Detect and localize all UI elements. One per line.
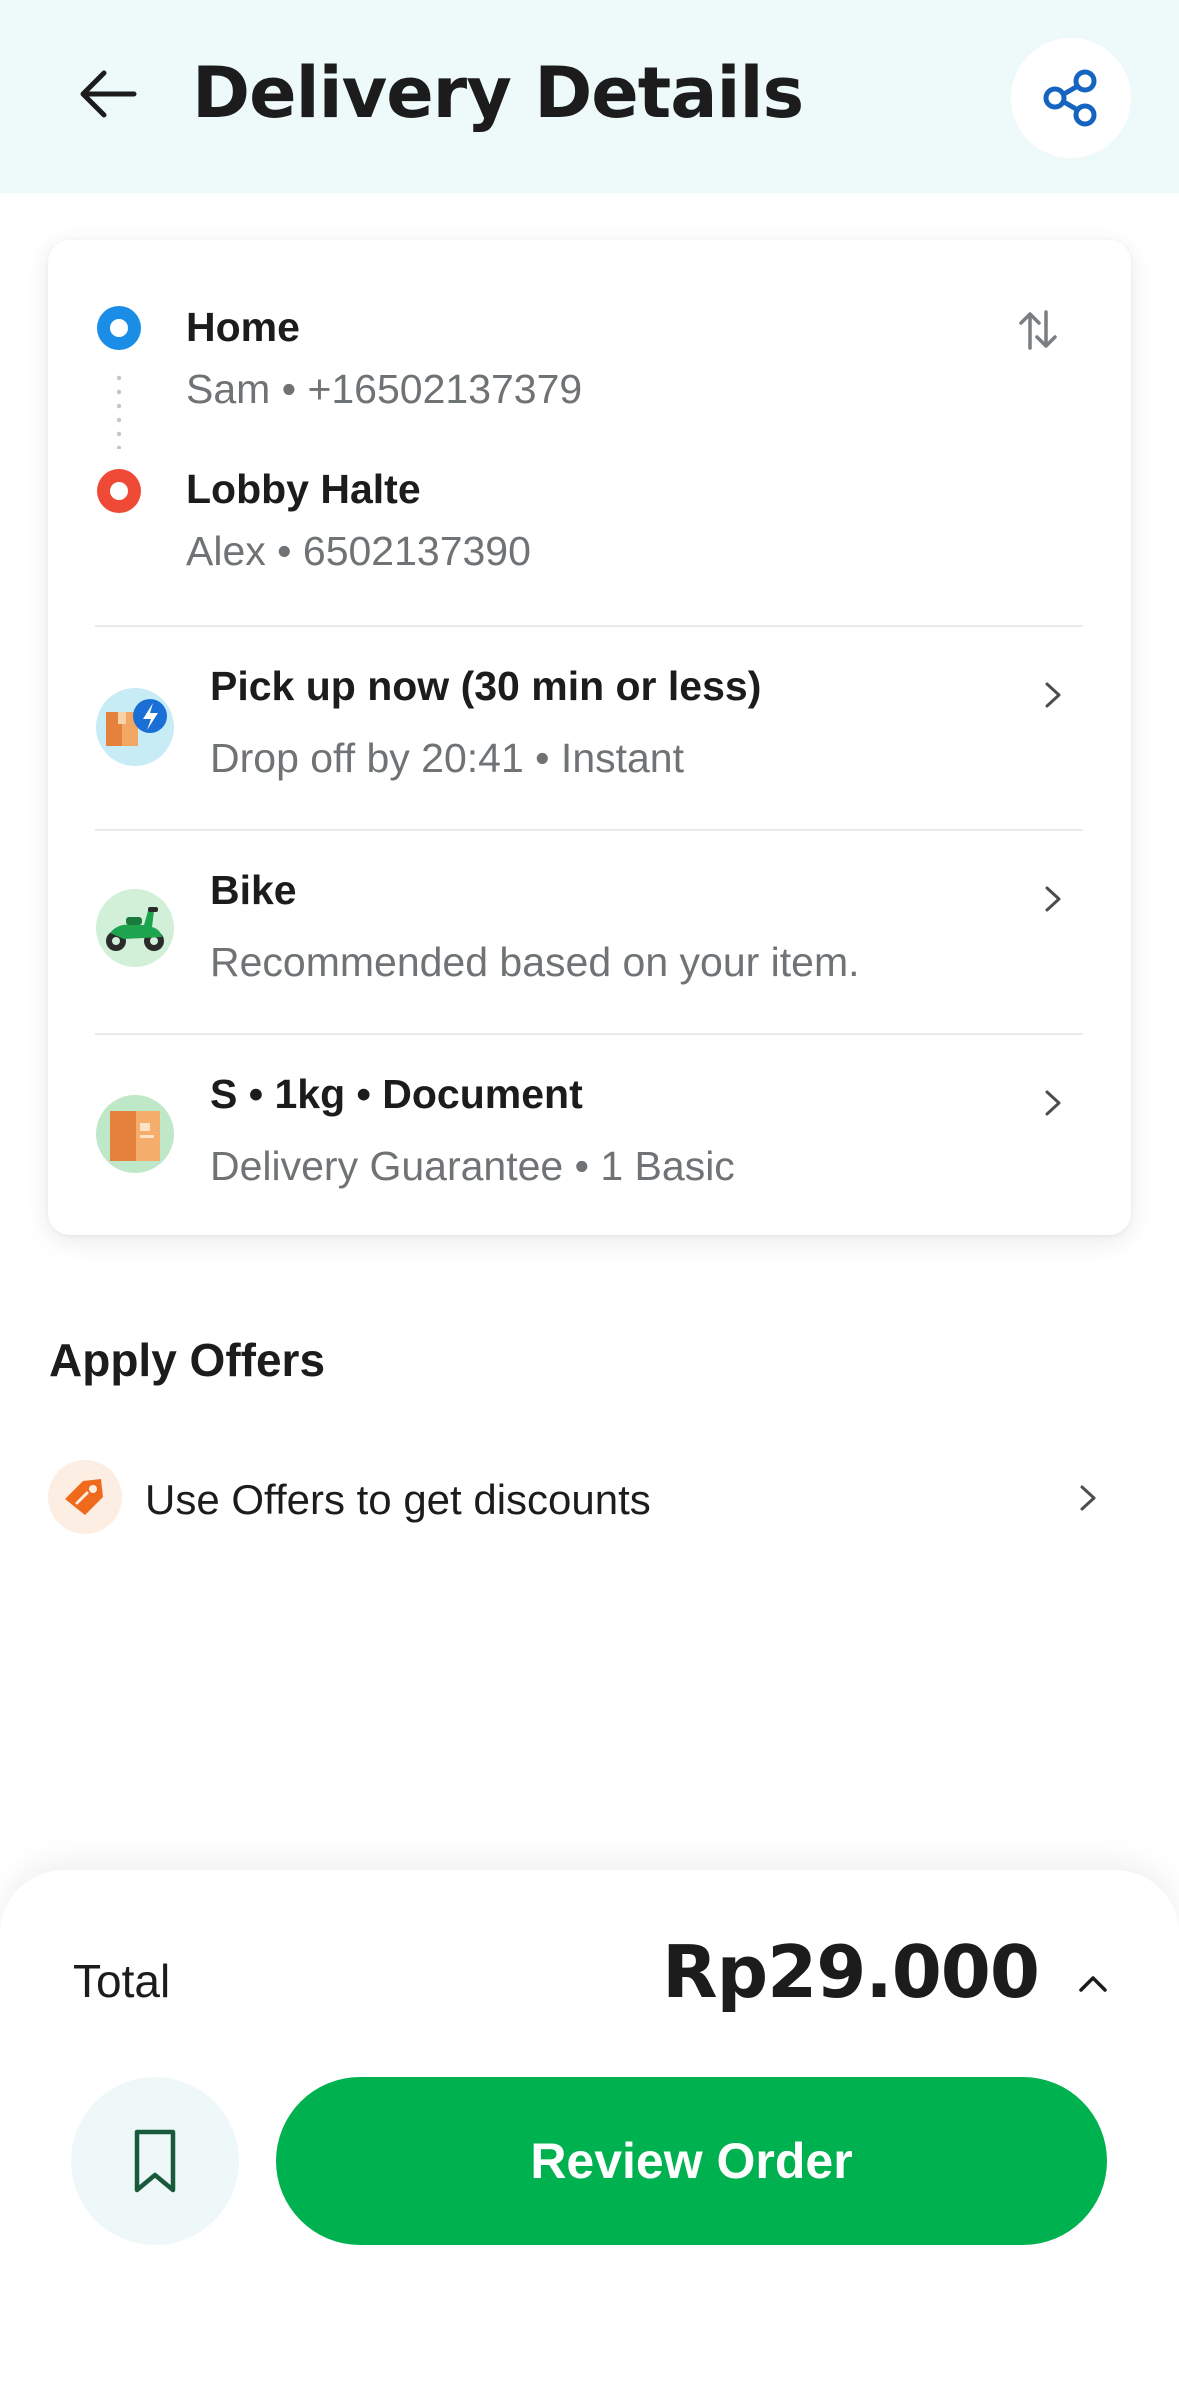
save-bookmark-button[interactable] bbox=[71, 2077, 239, 2245]
delivery-card: Home Sam • +16502137379 Lobby Halte Alex… bbox=[48, 240, 1131, 1235]
pickup-name[interactable]: Home bbox=[186, 304, 300, 351]
chevron-right-icon bbox=[1045, 886, 1061, 912]
apply-offers-row[interactable]: Use Offers to get discounts bbox=[0, 1460, 1179, 1544]
dropoff-contact[interactable]: Alex • 6502137390 bbox=[186, 528, 531, 575]
option-subtitle: Drop off by 20:41 • Instant bbox=[210, 735, 685, 781]
checkout-sheet: Total Rp29.000 Review Order bbox=[0, 1870, 1179, 2396]
total-label: Total bbox=[73, 1955, 171, 2007]
chevron-right-icon bbox=[1045, 682, 1061, 708]
chevron-right-icon bbox=[1045, 1090, 1061, 1116]
offers-section-title: Apply Offers bbox=[49, 1334, 326, 1386]
arrow-left-icon bbox=[80, 70, 137, 118]
option-subtitle: Delivery Guarantee • 1 Basic bbox=[210, 1143, 735, 1189]
chevron-up-icon[interactable] bbox=[1073, 1964, 1113, 2004]
package-option[interactable]: S • 1kg • Document Delivery Guarantee • … bbox=[48, 1035, 1131, 1235]
review-order-button[interactable]: Review Order bbox=[276, 2077, 1107, 2245]
package-box-icon bbox=[96, 1095, 174, 1173]
pickup-dot-icon bbox=[97, 306, 141, 350]
offers-row-text: Use Offers to get discounts bbox=[145, 1476, 651, 1523]
pickup-contact[interactable]: Sam • +16502137379 bbox=[186, 366, 582, 413]
total-amount[interactable]: Rp29.000 bbox=[662, 1930, 1040, 2014]
header: Delivery Details bbox=[0, 0, 1179, 193]
option-subtitle: Recommended based on your item. bbox=[210, 939, 860, 985]
share-button[interactable] bbox=[1011, 38, 1131, 158]
back-button[interactable] bbox=[72, 58, 144, 130]
chevron-right-icon bbox=[1080, 1485, 1096, 1511]
vehicle-option[interactable]: Bike Recommended based on your item. bbox=[48, 831, 1131, 1033]
share-icon bbox=[1043, 69, 1097, 127]
delivery-details-screen: Delivery Details Home Sam • +16502137379… bbox=[0, 0, 1179, 2396]
page-title: Delivery Details bbox=[192, 52, 804, 134]
dropoff-dot-icon bbox=[97, 469, 141, 513]
swap-vertical-icon bbox=[1019, 310, 1057, 350]
tag-icon bbox=[48, 1460, 122, 1534]
motorbike-icon bbox=[96, 889, 174, 967]
option-title: S • 1kg • Document bbox=[210, 1071, 583, 1117]
option-title: Pick up now (30 min or less) bbox=[210, 663, 762, 709]
option-title: Bike bbox=[210, 867, 297, 913]
bookmark-icon bbox=[134, 2129, 176, 2193]
dropoff-name[interactable]: Lobby Halte bbox=[186, 466, 421, 513]
swap-locations-button[interactable] bbox=[1014, 306, 1062, 354]
instant-package-icon bbox=[96, 688, 174, 766]
pickup-time-option[interactable]: Pick up now (30 min or less) Drop off by… bbox=[48, 627, 1131, 829]
route-connector bbox=[117, 371, 121, 449]
